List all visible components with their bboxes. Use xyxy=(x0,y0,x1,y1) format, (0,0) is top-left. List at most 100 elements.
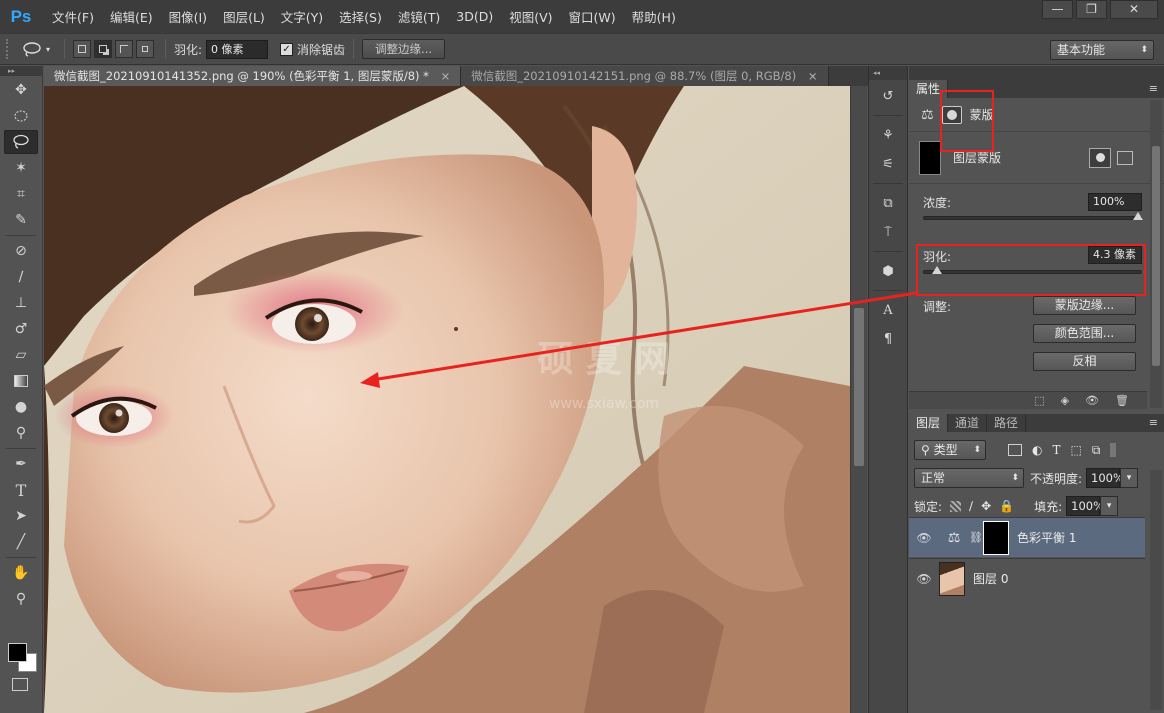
lock-move-icon[interactable]: ✥ xyxy=(981,499,991,513)
history-panel-icon[interactable]: ↺ xyxy=(875,83,901,109)
eraser-tool-icon[interactable]: ▱ xyxy=(4,343,38,367)
type-filter-icon[interactable]: T xyxy=(1052,443,1060,457)
line-tool-icon[interactable]: ╱ xyxy=(4,530,38,554)
menu-edit[interactable]: 编辑(E) xyxy=(102,7,161,26)
blur-tool-icon[interactable]: ● xyxy=(4,395,38,419)
panel-grip[interactable] xyxy=(909,66,1164,80)
menu-view[interactable]: 视图(V) xyxy=(501,7,560,26)
new-selection-button[interactable] xyxy=(73,40,91,58)
tab-channels[interactable]: 通道 xyxy=(948,414,988,432)
feather-slider[interactable] xyxy=(923,266,1142,274)
pixel-filter-icon[interactable] xyxy=(1008,444,1022,456)
paragraph-panel-icon[interactable]: ¶ xyxy=(875,326,901,352)
refine-edge-button[interactable]: 调整边缘... xyxy=(362,39,446,59)
scrollbar-thumb[interactable] xyxy=(854,308,864,466)
menu-select[interactable]: 选择(S) xyxy=(331,7,390,26)
chevron-down-icon[interactable]: ▾ xyxy=(1120,468,1139,488)
visibility-eye-icon[interactable]: 👁 xyxy=(1085,394,1099,407)
lasso-preset-icon[interactable]: ▾ xyxy=(22,41,56,57)
3d-panel-icon[interactable]: ⬢ xyxy=(875,258,901,284)
density-input[interactable]: 100% xyxy=(1088,193,1142,211)
menu-window[interactable]: 窗口(W) xyxy=(561,7,624,26)
menu-help[interactable]: 帮助(H) xyxy=(624,7,684,26)
chevron-down-icon[interactable]: ▾ xyxy=(1100,496,1119,516)
panel-menu-icon[interactable]: ≡ xyxy=(1149,416,1158,429)
menu-type[interactable]: 文字(Y) xyxy=(273,7,331,26)
delete-mask-icon[interactable]: 🗑 xyxy=(1115,394,1129,407)
feather-slider-thumb[interactable] xyxy=(932,266,943,274)
brush-tool-icon[interactable]: ∕ xyxy=(4,265,38,289)
adjustments-icon[interactable]: ⚟ xyxy=(875,151,901,177)
gradient-tool-icon[interactable] xyxy=(4,369,38,393)
invert-button[interactable]: 反相 xyxy=(1033,352,1136,371)
quick-mask-icon[interactable] xyxy=(12,678,28,691)
density-slider-thumb[interactable] xyxy=(1133,212,1143,220)
color-swatches[interactable] xyxy=(8,643,38,677)
feather-input[interactable]: 4.3 像素 xyxy=(1088,246,1142,264)
subtract-selection-button[interactable] xyxy=(115,40,133,58)
density-slider[interactable] xyxy=(923,212,1143,220)
minimize-button[interactable]: — xyxy=(1042,0,1073,19)
mask-icon[interactable] xyxy=(941,105,962,124)
antialias-checkbox[interactable]: ✓ xyxy=(280,42,294,56)
document-tab-2[interactable]: 微信截图_20210910142151.png @ 88.7% (图层 0, R… xyxy=(461,66,829,86)
lock-transparent-icon[interactable] xyxy=(950,500,962,512)
magic-wand-tool-icon[interactable]: ✶ xyxy=(4,156,38,180)
visibility-eye-icon[interactable]: 👁 xyxy=(909,572,939,586)
clone-stamp-tool-icon[interactable]: ⊥ xyxy=(4,291,38,315)
crop-tool-icon[interactable]: ⌗ xyxy=(4,182,38,206)
menu-filter[interactable]: 滤镜(T) xyxy=(390,7,448,26)
options-grip[interactable] xyxy=(6,39,14,59)
lock-all-icon[interactable]: 🔒 xyxy=(999,499,1014,513)
opacity-input[interactable]: 100% ▾ xyxy=(1086,468,1139,488)
lasso-tool-icon[interactable] xyxy=(4,130,38,154)
layer-thumbnail[interactable] xyxy=(939,561,965,596)
healing-brush-tool-icon[interactable]: ⊘ xyxy=(4,239,38,263)
tab-properties[interactable]: 属性 xyxy=(909,80,949,98)
properties-scrollbar[interactable] xyxy=(1150,100,1162,408)
dodge-tool-icon[interactable]: ⚲ xyxy=(4,421,38,445)
scrollbar-thumb[interactable] xyxy=(1152,146,1160,366)
marquee-tool-icon[interactable] xyxy=(4,104,38,128)
layers-scrollbar[interactable] xyxy=(1150,470,1162,710)
adjustment-filter-icon[interactable]: ◐ xyxy=(1032,443,1042,457)
toolbar-grip[interactable]: ▸▸ xyxy=(0,66,42,76)
character-styles-icon[interactable]: ⍑ xyxy=(875,219,901,245)
visibility-eye-icon[interactable]: 👁 xyxy=(909,531,939,545)
pixel-mask-button[interactable] xyxy=(1089,147,1111,168)
document-canvas[interactable]: 硕 夏 网 www.sxiaw.com xyxy=(44,86,850,713)
foreground-color-swatch[interactable] xyxy=(8,643,27,662)
eyedropper-tool-icon[interactable]: ✎ xyxy=(4,208,38,232)
filter-kind-select[interactable]: ⚲ 类型 ⬍ xyxy=(914,440,986,460)
layer-row-layer-0[interactable]: 👁 图层 0 xyxy=(909,558,1145,598)
canvas-vertical-scrollbar[interactable] xyxy=(850,86,867,713)
menu-layer[interactable]: 图层(L) xyxy=(215,7,273,26)
apply-mask-icon[interactable]: ◈ xyxy=(1061,394,1069,407)
tab-layers[interactable]: 图层 xyxy=(909,414,949,432)
menu-image[interactable]: 图像(I) xyxy=(161,7,215,26)
tab-paths[interactable]: 路径 xyxy=(987,414,1027,432)
shape-filter-icon[interactable]: ⬚ xyxy=(1071,443,1082,457)
menu-file[interactable]: 文件(F) xyxy=(44,7,102,26)
pen-tool-icon[interactable]: ✒ xyxy=(4,452,38,476)
feather-input[interactable]: 0 像素 xyxy=(206,39,269,59)
color-range-button[interactable]: 颜色范围... xyxy=(1033,324,1136,343)
layer-row-color-balance[interactable]: 👁 ⚖ ⛓ 色彩平衡 1 xyxy=(909,517,1145,557)
character-panel-icon[interactable]: A xyxy=(875,297,901,323)
close-icon[interactable]: × xyxy=(808,69,818,83)
vector-mask-button[interactable] xyxy=(1117,150,1133,165)
move-tool-icon[interactable]: ✥ xyxy=(4,78,38,102)
adjustment-balance-icon[interactable]: ⚖ xyxy=(921,107,934,123)
filter-toggle[interactable] xyxy=(1110,443,1117,457)
menu-3d[interactable]: 3D(D) xyxy=(448,9,501,24)
history-brush-tool-icon[interactable]: ♂ xyxy=(4,317,38,341)
restore-button[interactable]: ❐ xyxy=(1076,0,1107,19)
lock-brush-icon[interactable]: ∕ xyxy=(969,499,973,513)
path-selection-tool-icon[interactable]: ➤ xyxy=(4,504,38,528)
panel-menu-icon[interactable]: ≡ xyxy=(1149,82,1158,95)
document-tab-1[interactable]: 微信截图_20210910141352.png @ 190% (色彩平衡 1, … xyxy=(44,66,462,86)
layer-mask-thumbnail[interactable] xyxy=(983,520,1009,555)
fill-input[interactable]: 100% ▾ xyxy=(1066,496,1119,516)
intersect-selection-button[interactable] xyxy=(136,40,154,58)
clone-source-icon[interactable]: ⧉ xyxy=(875,190,901,216)
